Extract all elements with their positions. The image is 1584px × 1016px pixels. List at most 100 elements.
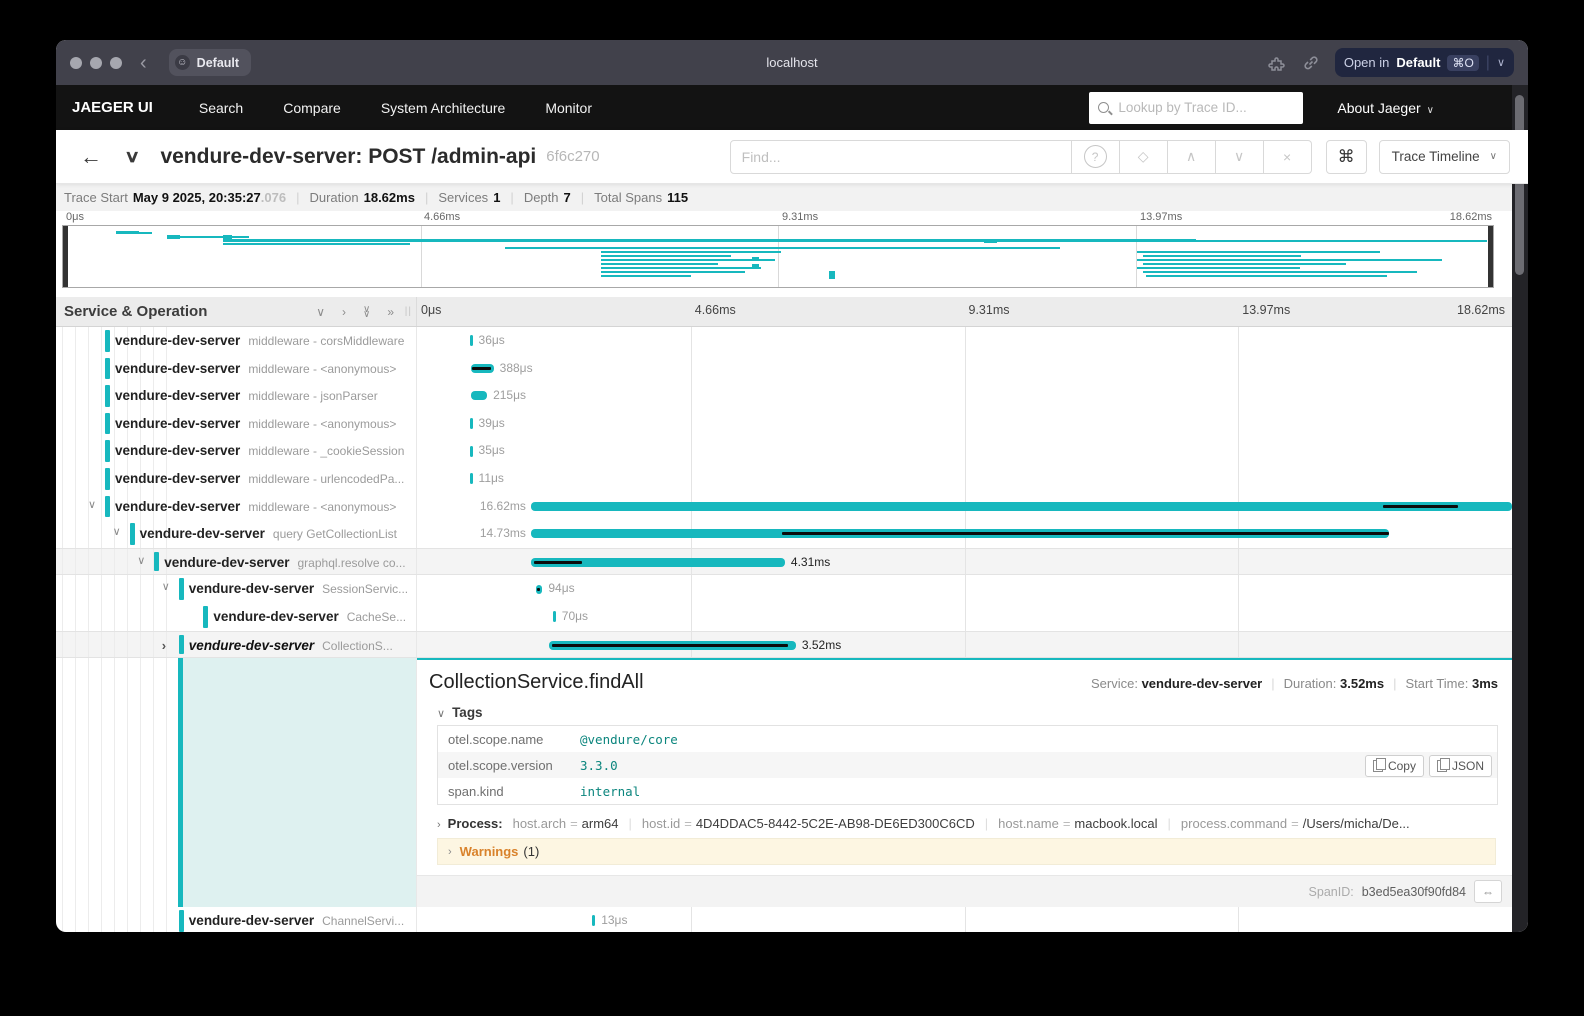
nav-item-monitor[interactable]: Monitor <box>545 100 592 116</box>
timeline-gridline <box>965 603 966 631</box>
span-row[interactable]: vendure-dev-servermiddleware - _cookieSe… <box>56 437 1512 465</box>
minimap-span-line <box>1137 267 1300 269</box>
span-row[interactable]: ∨vendure-dev-serverquery GetCollectionLi… <box>56 520 1512 548</box>
keyboard-shortcuts-button[interactable]: ⌘ <box>1326 140 1367 174</box>
timeline-gridline <box>1238 382 1239 410</box>
duration-label: Duration <box>309 190 358 205</box>
deep-link-button[interactable]: ⇔ <box>1474 880 1502 903</box>
nav-item-system-architecture[interactable]: System Architecture <box>381 100 506 116</box>
chevron-down-icon: ∨ <box>1490 151 1497 162</box>
timeline-gridline <box>691 327 692 355</box>
find-input[interactable] <box>730 140 1072 174</box>
timeline-gridline <box>965 549 966 575</box>
about-jaeger-menu[interactable]: About Jaeger∨ <box>1337 100 1434 116</box>
span-bar[interactable] <box>470 335 473 346</box>
scrollbar-thumb[interactable] <box>1515 95 1524 275</box>
expand-one-icon[interactable]: › <box>342 306 346 318</box>
chevron-down-icon[interactable]: ∨ <box>113 527 121 538</box>
zoom-window-button[interactable] <box>110 57 122 69</box>
tag-row[interactable]: otel.scope.version3.3.0CopyJSON <box>438 752 1497 778</box>
column-resize-handle[interactable]: || <box>405 306 412 317</box>
timeline-gridline <box>691 382 692 410</box>
span-operation-name: query GetCollectionList <box>273 527 397 541</box>
chevron-down-icon[interactable]: ∨ <box>162 582 170 593</box>
span-row[interactable]: ∨vendure-dev-servermiddleware - <anonymo… <box>56 493 1512 521</box>
process-section-toggle[interactable]: › Process: host.arch=arm64|host.id=4D4DD… <box>437 816 1498 831</box>
trace-view-select[interactable]: Trace Timeline ∨ <box>1379 140 1510 174</box>
minimap-left-handle[interactable] <box>63 226 68 287</box>
span-row[interactable]: ∨vendure-dev-serverSessionServic...94μs <box>56 575 1512 603</box>
copy-button[interactable]: Copy <box>1365 755 1424 777</box>
tab-label: Default <box>197 56 239 70</box>
equals-sign: = <box>570 816 578 831</box>
span-row[interactable]: vendure-dev-servermiddleware - <anonymou… <box>56 355 1512 383</box>
span-bar[interactable] <box>470 446 473 457</box>
find-clear-button[interactable]: × <box>1264 140 1312 174</box>
open-in-label: Open in <box>1344 55 1390 70</box>
chevron-down-icon: ∨ <box>437 708 445 720</box>
minimap-right-handle[interactable] <box>1488 226 1493 287</box>
span-row[interactable]: vendure-dev-servermiddleware - corsMiddl… <box>56 327 1512 355</box>
chevron-down-icon[interactable]: ∨ <box>137 556 145 567</box>
duration-value: 18.62ms <box>364 190 415 205</box>
detail-service-label: Service: <box>1091 676 1138 691</box>
span-bar[interactable] <box>471 391 487 400</box>
timeline-gridline <box>1238 907 1239 932</box>
browser-chrome: ‹ ☺ Default localhost Open in Default ⌘O… <box>56 40 1528 85</box>
span-row-selected[interactable]: ›vendure-dev-serverCollectionS...3.52ms <box>56 631 1512 659</box>
back-arrow-icon[interactable]: ← <box>80 144 102 170</box>
nav-item-search[interactable]: Search <box>199 100 243 116</box>
span-bar[interactable] <box>470 473 473 484</box>
process-key: host.arch <box>513 816 566 831</box>
open-in-default-button[interactable]: Open in Default ⌘O | ∨ <box>1335 48 1514 77</box>
minimize-window-button[interactable] <box>90 57 102 69</box>
span-row[interactable]: vendure-dev-servermiddleware - jsonParse… <box>56 382 1512 410</box>
browser-tab[interactable]: ☺ Default <box>169 49 251 76</box>
trace-minimap[interactable] <box>62 225 1494 288</box>
timeline-gridline <box>965 355 966 383</box>
span-row[interactable]: vendure-dev-serverCacheSe...70μs <box>56 603 1512 631</box>
expand-all-icon[interactable]: » <box>387 306 394 318</box>
span-operation-name: SessionServic... <box>322 582 408 596</box>
find-match-button[interactable]: ◇ <box>1120 140 1168 174</box>
chevron-right-icon[interactable]: › <box>162 639 166 652</box>
timeline-tick-label: 13.97ms <box>1242 303 1290 317</box>
page-scrollbar[interactable] <box>1512 85 1528 932</box>
extensions-puzzle-icon[interactable] <box>1267 53 1287 73</box>
find-help-button[interactable]: ? <box>1072 140 1120 174</box>
tags-section-toggle[interactable]: ∨Tags <box>437 705 1498 720</box>
trace-id-lookup[interactable] <box>1089 92 1303 124</box>
span-row[interactable]: vendure-dev-serverChannelServi...13μs <box>56 907 1512 932</box>
collapse-all-icon[interactable]: ∨∨ <box>363 307 370 317</box>
nav-item-compare[interactable]: Compare <box>283 100 341 116</box>
tag-value: @vendure/core <box>580 732 678 747</box>
span-bar[interactable] <box>470 418 473 429</box>
browser-back-icon[interactable]: ‹ <box>140 53 147 73</box>
find-next-button[interactable]: ∨ <box>1216 140 1264 174</box>
chevron-down-icon[interactable]: ∨ <box>88 500 96 511</box>
timeline-gridline <box>691 575 692 603</box>
span-bar[interactable] <box>592 915 595 926</box>
chevron-right-icon: › <box>448 846 452 858</box>
collapse-trace-chevron-icon[interactable]: ∨ <box>124 147 140 167</box>
trace-id-input[interactable] <box>1116 99 1294 116</box>
tag-row[interactable]: span.kindinternal <box>438 778 1497 804</box>
span-row[interactable]: vendure-dev-servermiddleware - urlencode… <box>56 465 1512 493</box>
copy-link-icon[interactable] <box>1301 53 1321 73</box>
open-in-app-name: Default <box>1396 55 1440 70</box>
warnings-section-toggle[interactable]: › Warnings (1) <box>437 838 1496 865</box>
tag-row[interactable]: otel.scope.name@vendure/core <box>438 726 1497 752</box>
collapse-one-icon[interactable]: ∨ <box>316 306 325 318</box>
span-bar[interactable] <box>553 611 556 622</box>
span-row[interactable]: ∨vendure-dev-servergraphql.resolve co...… <box>56 548 1512 576</box>
span-bar[interactable] <box>531 502 1512 511</box>
json-button[interactable]: JSON <box>1429 755 1492 777</box>
selected-span-left-gutter <box>56 658 417 907</box>
jaeger-logo[interactable]: JAEGER UI <box>72 99 153 116</box>
span-row[interactable]: vendure-dev-servermiddleware - <anonymou… <box>56 410 1512 438</box>
find-prev-button[interactable]: ∧ <box>1168 140 1216 174</box>
close-window-button[interactable] <box>70 57 82 69</box>
process-label: Process: <box>448 816 503 831</box>
chevron-down-icon[interactable]: ∨ <box>1497 56 1505 69</box>
span-operation-name: middleware - jsonParser <box>248 389 377 403</box>
